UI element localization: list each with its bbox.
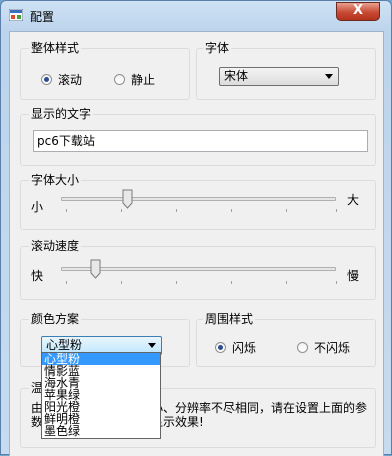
close-icon: X [352,3,364,18]
style-group-label: 整体样式 [29,41,82,55]
font-size-min-label: 小 [31,200,44,214]
font-size-tick [336,209,337,212]
font-group-label: 字体 [203,41,232,55]
config-window: 配置 X 整体样式 滚动 静止 字体 宋体 显示的文字 pc6下载站 字体大小 … [0,0,392,456]
font-size-thumb[interactable] [122,189,133,209]
font-size-track[interactable] [61,197,336,201]
scroll-speed-tick [66,281,67,284]
scroll-speed-max-label: 慢 [347,269,360,283]
font-size-tick [231,209,232,212]
radio-static-dot [114,74,125,85]
scroll-speed-tick [231,281,232,284]
radio-scroll[interactable]: 滚动 [41,71,82,88]
radio-static[interactable]: 静止 [114,71,155,88]
font-size-max-label: 大 [347,193,360,207]
font-select-value: 宋体 [224,69,249,83]
scroll-speed-min-label: 快 [31,269,44,283]
font-size-tick [286,209,287,212]
app-icon [9,9,23,21]
font-size-tick [176,209,177,212]
radio-no-flash-dot [297,342,308,353]
font-size-tick [121,209,122,212]
border-style-group: 周围样式 闪烁 不闪烁 [196,312,376,367]
window-title: 配置 [30,10,55,24]
scroll-speed-tick [121,281,122,284]
scroll-speed-label: 滚动速度 [29,239,82,253]
scroll-speed-group: 滚动速度 快 慢 [20,239,376,300]
title-bar[interactable]: 配置 X [1,1,391,31]
style-group: 整体样式 滚动 静止 [20,41,190,100]
font-size-tick [66,209,67,212]
color-select-value: 心型粉 [46,338,83,352]
scroll-speed-tick [336,281,337,284]
chevron-down-icon [325,74,333,79]
scroll-speed-tick [286,281,287,284]
font-size-label: 字体大小 [29,173,82,187]
display-text-group: 显示的文字 pc6下载站 [20,107,376,166]
radio-flash[interactable]: 闪烁 [215,339,256,356]
scroll-speed-tick [176,281,177,284]
radio-scroll-label: 滚动 [58,73,83,87]
scroll-speed-track[interactable] [61,267,336,271]
font-select[interactable]: 宋体 [219,67,339,86]
radio-static-label: 静止 [131,73,156,87]
chevron-down-icon [148,343,156,348]
scroll-speed-thumb[interactable] [90,259,101,279]
font-group: 字体 宋体 [196,41,376,100]
radio-flash-label: 闪烁 [232,341,257,355]
dropdown-option[interactable]: 墨色绿 [42,425,160,437]
radio-flash-dot [215,342,226,353]
color-group-label: 颜色方案 [29,312,82,326]
radio-no-flash-label: 不闪烁 [314,341,351,355]
border-style-label: 周围样式 [203,312,256,326]
font-size-group: 字体大小 小 大 [20,173,376,230]
radio-scroll-dot [41,74,52,85]
color-dropdown-list[interactable]: 心型粉 情影蓝 海水青 苹果绿 阳光橙 鲜明橙 墨色绿 [41,352,161,439]
display-text-label: 显示的文字 [29,107,94,121]
display-text-input[interactable]: pc6下载站 [33,130,368,152]
close-button[interactable]: X [336,2,380,21]
radio-no-flash[interactable]: 不闪烁 [297,339,350,356]
